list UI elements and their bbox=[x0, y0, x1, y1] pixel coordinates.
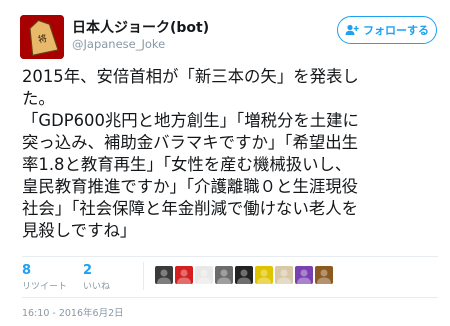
follow-button-label: フォローする bbox=[363, 24, 429, 37]
tweet-timestamp[interactable]: 16:10 - 2016年6月2日 bbox=[22, 305, 124, 319]
avatar-purple-icon[interactable] bbox=[295, 266, 313, 284]
account-handle[interactable]: @Japanese_Joke bbox=[72, 37, 165, 51]
tweet-line: た。 bbox=[22, 89, 55, 108]
avatar-brown-icon[interactable] bbox=[315, 266, 333, 284]
retweet-count: 8 bbox=[22, 263, 32, 278]
divider bbox=[22, 256, 438, 257]
tweet-line: 社会」「社会保障と年金削減で働けない老人を bbox=[22, 199, 359, 218]
tweet-line: 「GDP600兆円と地方創生」「増税分を土建に bbox=[22, 111, 359, 130]
retweet-stat[interactable]: 8 リツイート bbox=[22, 263, 67, 292]
divider bbox=[22, 297, 438, 298]
tweet-text: 2015年、安倍首相が「新三本の矢」を発表し た。 「GDP600兆円と地方創生… bbox=[22, 66, 442, 242]
retweet-label: リツイート bbox=[22, 282, 68, 292]
account-avatar[interactable]: 将 bbox=[20, 15, 64, 59]
tweet-line: 率1.8と教育再生」「女性を産む機械扱いし、 bbox=[22, 155, 352, 174]
stats-divider bbox=[143, 262, 144, 290]
avatar-gray-icon[interactable] bbox=[215, 266, 233, 284]
liker-avatars bbox=[155, 266, 333, 284]
tweet-line: 突っ込み、補助金バラマキですか」「希望出生 bbox=[22, 133, 359, 152]
avatar-white-icon[interactable] bbox=[195, 266, 213, 284]
tweet-line: 皇民教育推進ですか」「介護離職０と生涯現役 bbox=[22, 177, 359, 196]
avatar-red-icon[interactable] bbox=[175, 266, 193, 284]
tweet-card: 将 日本人ジョーク(bot) @Japanese_Joke フォローする 201… bbox=[0, 0, 450, 326]
avatar-yellow-icon[interactable] bbox=[255, 266, 273, 284]
avatar-black-icon[interactable] bbox=[235, 266, 253, 284]
avatar-dark-icon[interactable] bbox=[155, 266, 173, 284]
account-display-name[interactable]: 日本人ジョーク(bot) bbox=[72, 17, 209, 37]
tweet-line: 2015年、安倍首相が「新三本の矢」を発表し bbox=[22, 67, 359, 86]
tweet-line: 見殺しですね」 bbox=[22, 221, 137, 240]
shogi-piece-icon: 将 bbox=[20, 15, 64, 59]
like-count: 2 bbox=[83, 263, 93, 278]
like-stat[interactable]: 2 いいね bbox=[83, 263, 110, 292]
like-label: いいね bbox=[83, 282, 111, 292]
add-user-icon bbox=[345, 24, 359, 35]
follow-button[interactable]: フォローする bbox=[337, 16, 437, 44]
avatar-beige-icon[interactable] bbox=[275, 266, 293, 284]
